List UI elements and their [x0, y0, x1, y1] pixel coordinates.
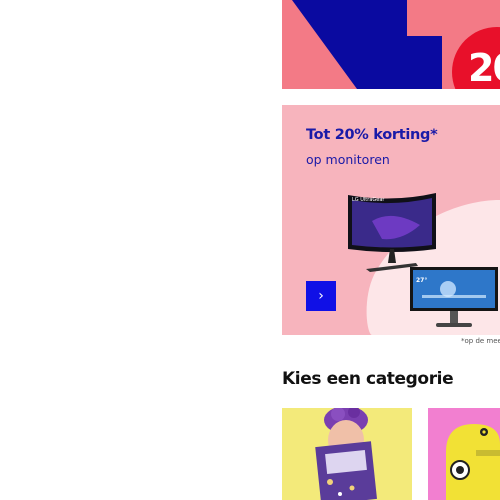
- monitor-time-label: 27°: [416, 277, 428, 284]
- discount-badge: 20: [468, 46, 500, 89]
- book-icon: [282, 408, 412, 500]
- promo-title: Tot 20% korting*: [306, 127, 438, 143]
- monitor-promo-banner[interactable]: Tot 20% korting* op monitoren LG UltraGe…: [282, 105, 500, 335]
- toy-icon: [428, 408, 500, 500]
- category-section-title: Kies een categorie: [282, 369, 454, 389]
- chevron-right-icon: ›: [318, 288, 324, 304]
- curved-monitor-image: [348, 193, 436, 272]
- monitor-brand-label: LG UltraGear: [352, 197, 385, 203]
- category-card-books[interactable]: [282, 408, 412, 500]
- promo-subtitle: op monitoren: [306, 152, 390, 167]
- next-slide-button[interactable]: ›: [306, 281, 336, 311]
- category-card-toys[interactable]: [428, 408, 500, 500]
- promo-footnote: *op de mee: [461, 337, 500, 345]
- flat-monitor-image: [410, 267, 498, 327]
- top-promo-banner[interactable]: 20: [282, 0, 500, 89]
